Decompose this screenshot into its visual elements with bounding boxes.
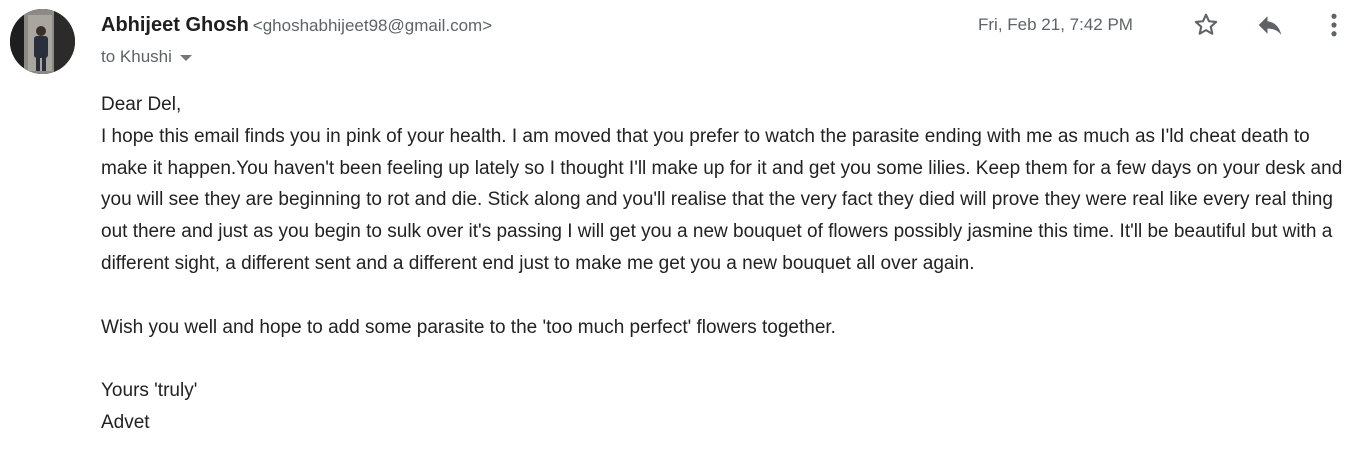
- message-timestamp: Fri, Feb 21, 7:42 PM: [978, 15, 1133, 34]
- recipient-label: to Khushi: [101, 47, 172, 66]
- greeting: Dear Del,: [101, 94, 182, 115]
- sender-email: <ghoshabhijeet98@gmail.com>: [252, 16, 493, 35]
- vertical-dots-icon: [1331, 13, 1337, 37]
- caret-down-icon: [179, 55, 192, 61]
- body-paragraph: I hope this email finds you in pink of y…: [101, 125, 1343, 274]
- sender-line: Abhijeet Ghosh <ghoshabhijeet98@gmail.com…: [101, 12, 492, 40]
- star-button[interactable]: [1189, 8, 1223, 42]
- sender-avatar[interactable]: [10, 9, 75, 74]
- body-paragraph: Wish you well and hope to add some paras…: [101, 316, 836, 338]
- reply-button[interactable]: [1253, 8, 1287, 42]
- email-body: Dear Del, I hope this email finds you in…: [101, 89, 1356, 439]
- star-outline-icon: [1194, 13, 1218, 35]
- sender-name[interactable]: Abhijeet Ghosh: [101, 14, 249, 36]
- signature: Advet: [101, 411, 150, 433]
- more-options-button[interactable]: [1317, 8, 1351, 42]
- reply-arrow-icon: [1258, 16, 1282, 35]
- email-message: Abhijeet Ghosh <ghoshabhijeet98@gmail.com…: [0, 0, 1366, 473]
- closing: Yours 'truly': [101, 380, 198, 402]
- avatar-photo: [10, 9, 75, 74]
- recipient-details-toggle[interactable]: to Khushi: [101, 46, 192, 68]
